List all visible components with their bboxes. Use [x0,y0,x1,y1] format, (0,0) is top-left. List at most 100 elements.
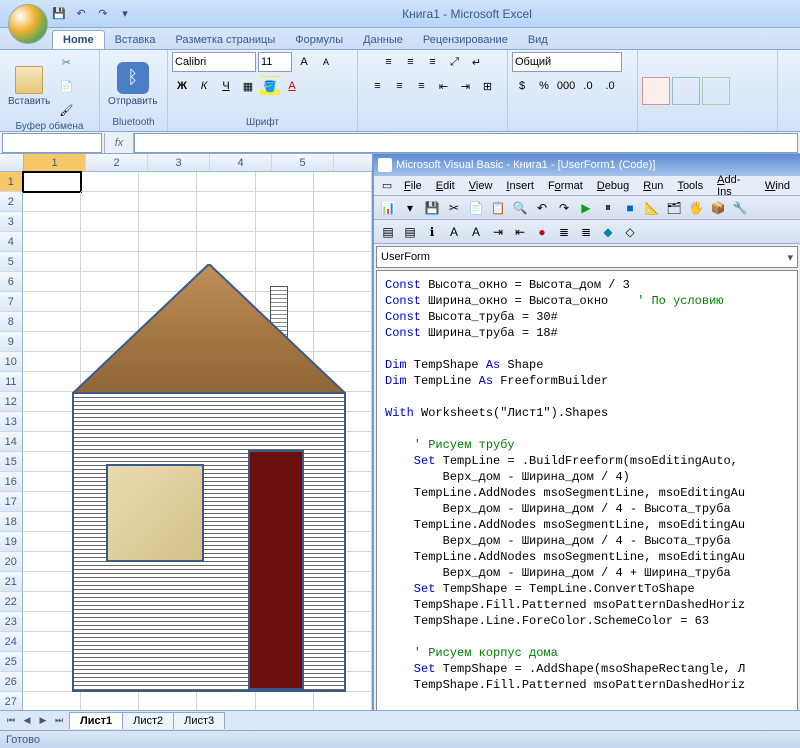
list-constants-icon[interactable]: ▤ [400,222,420,242]
cell[interactable] [81,552,139,572]
cell[interactable] [139,612,197,632]
cell[interactable] [256,192,314,212]
cell[interactable] [81,352,139,372]
align-center-icon[interactable]: ≡ [390,76,410,96]
cell[interactable] [23,512,81,532]
cell[interactable] [139,672,197,692]
cell[interactable] [81,632,139,652]
tab-data[interactable]: Данные [353,31,413,49]
cell[interactable] [23,592,81,612]
cell[interactable] [23,232,81,252]
cell[interactable] [139,512,197,532]
cell[interactable] [314,672,372,692]
cell[interactable] [81,492,139,512]
cell[interactable] [314,512,372,532]
cell[interactable] [81,572,139,592]
cell[interactable] [23,292,81,312]
project-explorer-icon[interactable]: 🗂 [664,198,684,218]
cell[interactable] [81,412,139,432]
save-icon[interactable]: 💾 [422,198,442,218]
cell[interactable] [314,572,372,592]
cell[interactable] [197,432,255,452]
cell[interactable] [197,592,255,612]
vbe-menu-addins[interactable]: Add-Ins [711,174,757,198]
cell[interactable] [139,232,197,252]
cell[interactable] [139,472,197,492]
cell-styles-icon[interactable] [702,77,730,105]
cell[interactable] [23,692,81,712]
cell[interactable] [314,692,372,712]
cell[interactable] [81,592,139,612]
cell[interactable] [314,312,372,332]
cell[interactable] [81,452,139,472]
paste-button[interactable]: Вставить [4,64,54,109]
align-right-icon[interactable]: ≡ [412,76,432,96]
cell[interactable] [314,432,372,452]
cell[interactable] [256,372,314,392]
cell[interactable] [256,472,314,492]
row-header[interactable]: 18 [0,512,23,532]
cell[interactable] [23,492,81,512]
cell[interactable] [256,572,314,592]
fx-icon[interactable]: fx [104,133,134,153]
cell[interactable] [81,312,139,332]
format-painter-icon[interactable]: 🖌 [56,100,76,120]
cell[interactable] [256,352,314,372]
cell[interactable] [256,692,314,712]
copy-icon[interactable]: 📄 [466,198,486,218]
cell[interactable] [139,692,197,712]
tab-view[interactable]: Вид [518,31,558,49]
cell[interactable] [139,492,197,512]
cell[interactable] [81,652,139,672]
cell[interactable] [197,552,255,572]
undo-icon[interactable]: ↶ [532,198,552,218]
row-header[interactable]: 7 [0,292,23,312]
wrap-text-icon[interactable]: ↵ [467,52,487,72]
cell[interactable] [314,612,372,632]
row-header[interactable]: 10 [0,352,23,372]
row-header[interactable]: 2 [0,192,23,212]
cell[interactable] [197,232,255,252]
comment-block-icon[interactable]: ≣ [554,222,574,242]
row-header[interactable]: 5 [0,252,23,272]
cell[interactable] [81,232,139,252]
cell[interactable] [81,612,139,632]
row-header[interactable]: 13 [0,412,23,432]
vbe-menu-tools[interactable]: Tools [671,180,709,192]
cell[interactable] [197,452,255,472]
cell[interactable] [314,392,372,412]
row-header[interactable]: 9 [0,332,23,352]
vbe-menu-edit[interactable]: Edit [430,180,461,192]
cell[interactable] [197,312,255,332]
cell[interactable] [314,592,372,612]
cell[interactable] [314,352,372,372]
formula-input[interactable] [134,133,798,153]
font-size-select[interactable] [258,52,292,72]
row-header[interactable]: 23 [0,612,23,632]
insert-module-icon[interactable]: ▾ [400,198,420,218]
number-format-select[interactable] [512,52,622,72]
cell[interactable] [314,212,372,232]
cell[interactable] [81,472,139,492]
decrease-decimal-icon[interactable]: .0 [600,76,620,96]
next-sheet-icon[interactable]: ▶ [36,713,50,729]
cell[interactable] [256,432,314,452]
row-header[interactable]: 27 [0,692,23,712]
cell[interactable] [256,552,314,572]
cell[interactable] [314,292,372,312]
cell[interactable] [139,372,197,392]
row-header[interactable]: 4 [0,232,23,252]
cell[interactable] [197,632,255,652]
object-browser-icon[interactable]: 📦 [708,198,728,218]
indent-right-icon[interactable]: ⇥ [456,76,476,96]
indent-left-icon[interactable]: ⇤ [434,76,454,96]
vbe-menu-run[interactable]: Run [637,180,669,192]
row-header[interactable]: 11 [0,372,23,392]
cell[interactable] [23,612,81,632]
tab-home[interactable]: Home [52,30,105,49]
cell[interactable] [81,432,139,452]
cell[interactable] [256,212,314,232]
cell[interactable] [314,472,372,492]
reset-icon[interactable]: ■ [620,198,640,218]
cell[interactable] [197,472,255,492]
